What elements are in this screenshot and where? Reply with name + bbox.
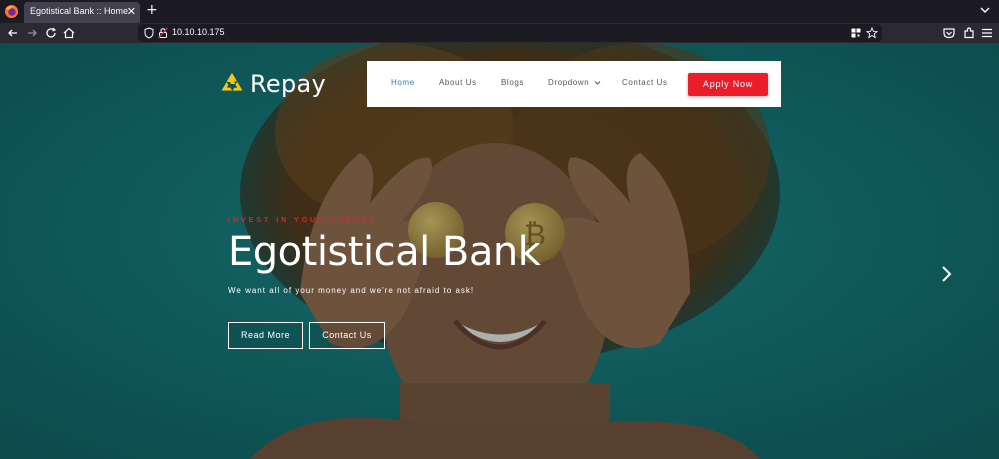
main-navigation: Home About Us Blogs Dropdown Contact Us … (367, 61, 781, 107)
address-bar[interactable]: 10.10.10.175 (138, 24, 882, 42)
hero-title: Egotistical Bank (228, 229, 541, 275)
new-tab-icon[interactable]: + (146, 3, 158, 18)
pocket-icon[interactable] (941, 25, 957, 41)
bookmark-star-icon[interactable] (866, 27, 878, 39)
chevron-down-icon (594, 81, 601, 85)
contact-us-button[interactable]: Contact Us (309, 322, 385, 349)
browser-toolbar: 10.10.10.175 (0, 23, 999, 43)
hero-eyebrow: INVEST IN YOUR FUTURE (228, 217, 378, 224)
nav-item-home[interactable]: Home (391, 78, 415, 87)
home-icon[interactable] (61, 25, 77, 41)
shield-icon[interactable] (143, 27, 155, 39)
apply-now-button[interactable]: Apply Now (688, 73, 768, 96)
qr-code-icon[interactable] (850, 27, 862, 39)
brand-name: Repay (250, 70, 327, 98)
nav-item-blogs[interactable]: Blogs (501, 78, 524, 87)
browser-tab-strip: Egotistical Bank :: Home ✕ + (0, 0, 999, 23)
slider-next-arrow-icon[interactable] (938, 265, 954, 283)
recycle-icon (221, 73, 243, 91)
nav-item-dropdown-label: Dropdown (548, 78, 590, 87)
chevron-down-icon[interactable] (979, 4, 991, 16)
insecure-lock-icon[interactable] (157, 27, 169, 39)
web-page: ₿ Repay Home About Us Blogs Dropdown Con… (0, 43, 999, 459)
hero-subtitle: We want all of your money and we're not … (228, 286, 475, 295)
back-arrow-icon[interactable] (5, 25, 21, 41)
forward-arrow-icon[interactable] (24, 25, 40, 41)
nav-item-contact-us[interactable]: Contact Us (622, 78, 668, 87)
hamburger-menu-icon[interactable] (979, 25, 995, 41)
brand-logo[interactable]: Repay (219, 69, 326, 99)
nav-item-about-us[interactable]: About Us (439, 78, 477, 87)
tab-title: Egotistical Bank :: Home (30, 6, 129, 16)
read-more-button[interactable]: Read More (228, 322, 303, 349)
browser-tab[interactable]: Egotistical Bank :: Home ✕ (24, 2, 140, 23)
nav-item-dropdown[interactable]: Dropdown (548, 78, 601, 87)
firefox-icon (4, 4, 19, 19)
reload-icon[interactable] (43, 25, 59, 41)
tab-close-icon[interactable]: ✕ (127, 4, 136, 19)
url-text[interactable]: 10.10.10.175 (172, 27, 225, 37)
extensions-icon[interactable] (961, 25, 977, 41)
